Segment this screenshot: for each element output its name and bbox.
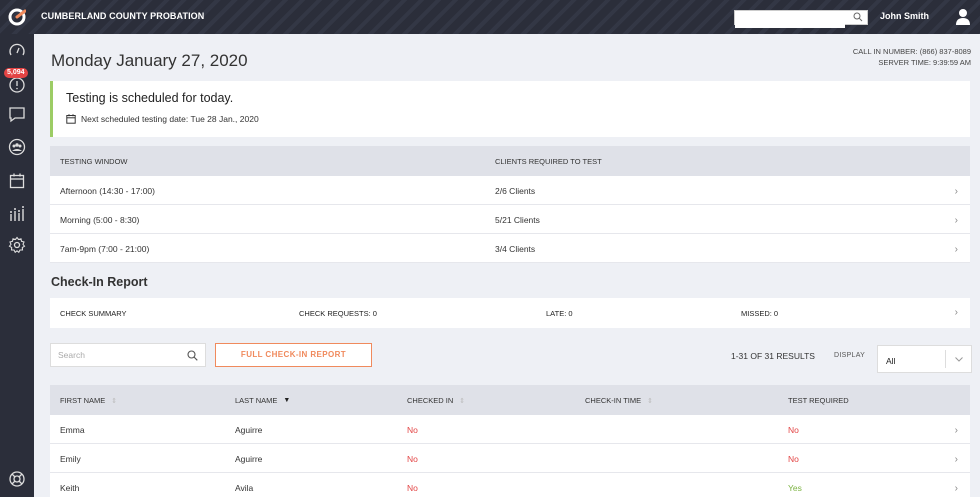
checkin-search-input[interactable]: [51, 344, 181, 366]
column-header-label: TEST REQUIRED: [788, 396, 849, 405]
table-row[interactable]: Afternoon (14:30 - 17:00) 2/6 Clients ›: [50, 176, 970, 205]
brand-name: CUMBERLAND COUNTY PROBATION: [41, 11, 205, 21]
main-content: Monday January 27, 2020 CALL IN NUMBER: …: [34, 34, 980, 497]
check-summary-row[interactable]: CHECK SUMMARY CHECK REQUESTS: 0 LATE: 0 …: [50, 298, 970, 328]
checked-in-cell: No: [407, 425, 418, 435]
help-icon[interactable]: [8, 470, 26, 488]
group-icon[interactable]: [8, 138, 26, 156]
next-testing-date-text: Next scheduled testing date: Tue 28 Jan.…: [81, 114, 259, 124]
column-header-checked-in[interactable]: CHECKED IN ⇕: [407, 396, 465, 405]
column-header-label: FIRST NAME: [60, 396, 106, 405]
chat-icon[interactable]: [8, 105, 26, 123]
chevron-right-icon[interactable]: ›: [955, 215, 958, 226]
checked-in-cell: No: [407, 454, 418, 464]
user-icon[interactable]: [955, 8, 971, 25]
sidebar: 5,094: [0, 34, 34, 497]
clients-cell: 3/4 Clients: [495, 244, 536, 254]
column-header-label: CHECK-IN TIME: [585, 396, 642, 405]
calendar-icon[interactable]: [8, 172, 26, 190]
test-required-cell: No: [788, 425, 799, 435]
call-info: CALL IN NUMBER: (866) 837-8089 SERVER TI…: [853, 46, 971, 68]
global-search-input[interactable]: [735, 14, 845, 28]
next-testing-date: Next scheduled testing date: Tue 28 Jan.…: [66, 114, 259, 124]
display-select-value: All: [886, 356, 896, 366]
alert-count-badge: 5,094: [4, 68, 28, 78]
testing-window-cell: Afternoon (14:30 - 17:00): [60, 186, 155, 196]
table-header: FIRST NAME ⇕ LAST NAME ▼ CHECKED IN ⇕ CH…: [50, 385, 970, 415]
global-search[interactable]: [734, 10, 868, 28]
missed-count: MISSED: 0: [741, 309, 779, 318]
column-header-testing-window: TESTING WINDOW: [60, 157, 128, 166]
checkin-table: FIRST NAME ⇕ LAST NAME ▼ CHECKED IN ⇕ CH…: [50, 385, 970, 497]
chevron-down-icon[interactable]: [954, 354, 964, 364]
full-checkin-report-button[interactable]: FULL CHECK-IN REPORT: [215, 343, 372, 367]
sort-desc-icon[interactable]: ▼: [283, 397, 290, 404]
test-required-cell: No: [788, 454, 799, 464]
user-name[interactable]: John Smith: [880, 11, 929, 21]
chevron-right-icon[interactable]: ›: [955, 244, 958, 255]
testing-window-table: TESTING WINDOW CLIENTS REQUIRED TO TEST …: [50, 146, 970, 263]
late-count: LATE: 0: [546, 309, 573, 318]
column-header-test-required[interactable]: TEST REQUIRED: [788, 396, 849, 405]
chevron-right-icon[interactable]: ›: [955, 425, 958, 436]
column-header-first-name[interactable]: FIRST NAME ⇕: [60, 396, 117, 405]
testing-alert: Testing is scheduled for today. Next sch…: [50, 81, 970, 137]
clients-cell: 5/21 Clients: [495, 215, 540, 225]
check-requests-count: CHECK REQUESTS: 0: [299, 309, 377, 318]
settings-icon[interactable]: [8, 236, 26, 254]
last-name-cell: Aguirre: [235, 425, 263, 435]
results-count: 1-31 OF 31 RESULTS: [731, 351, 815, 361]
table-row[interactable]: 7am-9pm (7:00 - 21:00) 3/4 Clients ›: [50, 234, 970, 263]
page-title: Monday January 27, 2020: [51, 51, 248, 70]
display-label: DISPLAY: [834, 352, 866, 359]
test-required-cell: Yes: [788, 483, 802, 493]
column-header-last-name[interactable]: LAST NAME ▼: [235, 396, 290, 405]
chevron-right-icon[interactable]: ›: [955, 454, 958, 465]
table-row[interactable]: Emily Aguirre No No ›: [50, 444, 970, 473]
call-in-number: CALL IN NUMBER: (866) 837-8089: [852, 47, 971, 56]
top-bar: CUMBERLAND COUNTY PROBATION John Smith: [0, 0, 980, 34]
brand-logo-icon[interactable]: [8, 8, 26, 26]
first-name-cell: Emily: [60, 454, 81, 464]
clients-cell: 2/6 Clients: [495, 186, 536, 196]
last-name-cell: Avila: [235, 483, 254, 493]
checked-in-cell: No: [407, 483, 418, 493]
calendar-small-icon: [66, 114, 76, 124]
server-time: SERVER TIME: 9:39:59 AM: [878, 58, 971, 67]
sort-icon[interactable]: ⇕: [459, 397, 465, 405]
testing-window-cell: 7am-9pm (7:00 - 21:00): [60, 244, 150, 254]
sort-icon[interactable]: ⇕: [647, 397, 653, 405]
chevron-right-icon[interactable]: ›: [955, 307, 958, 318]
display-select[interactable]: All: [877, 345, 972, 373]
column-header-checkin-time[interactable]: CHECK-IN TIME ⇕: [585, 396, 653, 405]
sort-icon[interactable]: ⇕: [111, 397, 117, 405]
chevron-right-icon[interactable]: ›: [955, 483, 958, 494]
section-title: Check-In Report: [51, 275, 148, 289]
first-name-cell: Emma: [60, 425, 85, 435]
table-header: TESTING WINDOW CLIENTS REQUIRED TO TEST: [50, 146, 970, 176]
table-row[interactable]: Keith Avila No Yes ›: [50, 473, 970, 497]
alert-title: Testing is scheduled for today.: [66, 91, 234, 105]
column-header-label: LAST NAME: [235, 396, 278, 405]
check-summary-label: CHECK SUMMARY: [60, 309, 127, 318]
testing-window-cell: Morning (5:00 - 8:30): [60, 215, 140, 225]
search-icon[interactable]: [187, 350, 198, 361]
table-row[interactable]: Morning (5:00 - 8:30) 5/21 Clients ›: [50, 205, 970, 234]
search-icon[interactable]: [853, 12, 863, 22]
select-divider: [945, 350, 946, 368]
last-name-cell: Aguirre: [235, 454, 263, 464]
column-header-label: CHECKED IN: [407, 396, 454, 405]
column-header-clients-required: CLIENTS REQUIRED TO TEST: [495, 157, 602, 166]
reports-icon[interactable]: [8, 205, 26, 223]
first-name-cell: Keith: [60, 483, 80, 493]
table-row[interactable]: Emma Aguirre No No ›: [50, 415, 970, 444]
checkin-search[interactable]: [50, 343, 206, 367]
dashboard-icon[interactable]: [8, 42, 26, 60]
chevron-right-icon[interactable]: ›: [955, 186, 958, 197]
alert-icon[interactable]: [8, 76, 26, 94]
